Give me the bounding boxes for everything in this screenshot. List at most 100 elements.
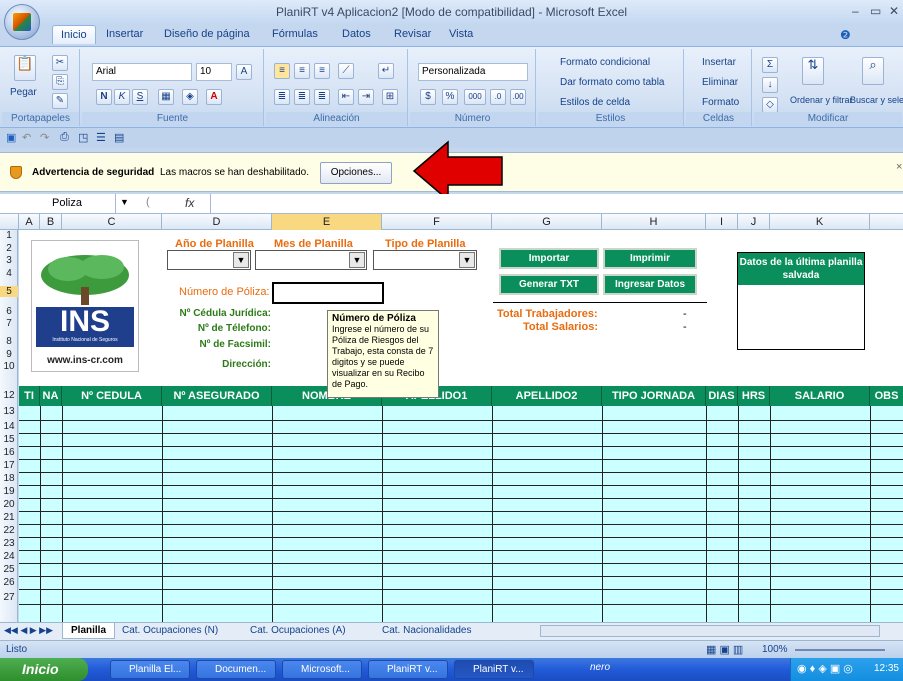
font-size-combo[interactable]: 10	[196, 63, 232, 81]
row-number[interactable]: 19	[0, 486, 18, 497]
undo-icon[interactable]: ↶	[22, 131, 31, 144]
select-all[interactable]	[0, 214, 19, 230]
office-button[interactable]	[4, 4, 40, 40]
font-name-combo[interactable]: Arial	[92, 63, 192, 81]
tab-datos[interactable]: Datos	[342, 28, 371, 40]
row-number[interactable]: 15	[0, 434, 18, 445]
tab-revisar[interactable]: Revisar	[394, 28, 431, 40]
ingresar-datos-button[interactable]: Ingresar Datos	[603, 274, 697, 295]
sort-icon[interactable]: ⇅	[802, 57, 824, 85]
row-number[interactable]: 13	[0, 406, 18, 417]
tab-inicio[interactable]: Inicio	[52, 25, 96, 44]
folder-icon[interactable]: ▤	[114, 131, 124, 144]
row-number[interactable]: 10	[0, 361, 18, 372]
importar-button[interactable]: Importar	[499, 248, 599, 269]
formula-input[interactable]	[210, 194, 900, 213]
task-item[interactable]: Documen...	[196, 660, 276, 679]
fill-icon[interactable]: ↓	[762, 77, 778, 93]
view-icon[interactable]: ▦ ▣ ▥	[706, 643, 743, 656]
row-number[interactable]: 8	[0, 336, 18, 347]
row-number[interactable]: 7	[0, 318, 18, 329]
sheet-tab-ocup-a[interactable]: Cat. Ocupaciones (A)	[250, 625, 346, 636]
print-icon[interactable]: ⎙	[60, 131, 69, 144]
nero-icon[interactable]: nero	[590, 662, 610, 673]
fx-icon[interactable]: fx	[185, 196, 194, 210]
row-number[interactable]: 25	[0, 564, 18, 575]
close-icon[interactable]: ✕	[889, 4, 899, 18]
row-number[interactable]: 9	[0, 349, 18, 360]
grow-font-icon[interactable]: A	[236, 64, 252, 80]
row-number[interactable]: 3	[0, 255, 18, 266]
increase-decimal-icon[interactable]: .0	[490, 89, 506, 105]
minimize-icon[interactable]: –	[852, 4, 859, 18]
format-cells-button[interactable]: Formato	[702, 97, 739, 108]
close-bar-icon[interactable]: ×	[896, 161, 902, 173]
data-grid[interactable]	[19, 406, 903, 622]
clear-icon[interactable]: ◇	[762, 97, 778, 113]
percent-icon[interactable]: %	[442, 89, 458, 105]
align-center-icon[interactable]: ≣	[294, 89, 310, 105]
sort-filter-button[interactable]: Ordenar y filtrar	[790, 95, 853, 105]
find-select-button[interactable]: Buscar y seleccionar	[850, 95, 903, 105]
bold-icon[interactable]: N	[96, 89, 112, 105]
tab-insertar[interactable]: Insertar	[106, 28, 143, 40]
row-number[interactable]: 6	[0, 306, 18, 317]
underline-icon[interactable]: S	[132, 89, 148, 105]
sheet-nav-icon[interactable]: ◀◀ ◀ ▶ ▶▶	[4, 625, 53, 636]
row-number[interactable]: 12	[0, 390, 18, 401]
row-number[interactable]: 20	[0, 499, 18, 510]
name-box[interactable]: Poliza	[0, 194, 116, 213]
row-number[interactable]: 24	[0, 551, 18, 562]
task-item-active[interactable]: PlaniRT v...	[454, 660, 534, 679]
name-box-dropdown-icon[interactable]: ▼	[120, 197, 129, 207]
paste-label[interactable]: Pegar	[10, 87, 37, 98]
preview-icon[interactable]: ◳	[78, 131, 88, 144]
decrease-decimal-icon[interactable]: .00	[510, 89, 526, 105]
sheet-tab-planilla[interactable]: Planilla	[62, 623, 116, 639]
tab-vista[interactable]: Vista	[449, 28, 473, 40]
copy-icon[interactable]: ⎘	[52, 74, 68, 90]
tab-diseno[interactable]: Diseño de página	[164, 28, 250, 40]
row-number[interactable]: 1	[0, 230, 18, 241]
currency-icon[interactable]: $	[420, 89, 436, 105]
col-header[interactable]: J	[738, 214, 770, 230]
row-number[interactable]: 2	[0, 243, 18, 254]
binoculars-icon[interactable]: ⌕	[862, 57, 884, 85]
col-header[interactable]: B	[40, 214, 62, 230]
list-icon[interactable]: ☰	[96, 131, 106, 144]
cell-styles-button[interactable]: Estilos de celda	[560, 97, 630, 108]
col-header[interactable]: A	[19, 214, 40, 230]
conditional-format-button[interactable]: Formato condicional	[560, 57, 650, 68]
col-header[interactable]: K	[770, 214, 870, 230]
align-left-icon[interactable]: ≣	[274, 89, 290, 105]
imprimir-button[interactable]: Imprimir	[603, 248, 697, 269]
number-format-combo[interactable]: Personalizada	[418, 63, 528, 81]
col-header[interactable]: H	[602, 214, 706, 230]
decrease-indent-icon[interactable]: ⇤	[338, 89, 354, 105]
row-number[interactable]: 27	[0, 592, 18, 603]
cancel-icon[interactable]: (	[146, 196, 150, 208]
increase-indent-icon[interactable]: ⇥	[358, 89, 374, 105]
row-number[interactable]: 17	[0, 460, 18, 471]
cut-icon[interactable]: ✂	[52, 55, 68, 71]
options-button[interactable]: Opciones...	[320, 162, 392, 184]
format-painter-icon[interactable]: ✎	[52, 93, 68, 109]
row-number[interactable]: 5	[0, 286, 18, 297]
row-number[interactable]: 16	[0, 447, 18, 458]
col-header[interactable]: G	[492, 214, 602, 230]
mes-dropdown[interactable]: ▼	[255, 250, 367, 270]
row-number[interactable]: 23	[0, 538, 18, 549]
delete-cells-button[interactable]: Eliminar	[702, 77, 738, 88]
borders-icon[interactable]: ▦	[158, 89, 174, 105]
col-header[interactable]: E	[272, 214, 382, 230]
col-header[interactable]: D	[162, 214, 272, 230]
orientation-icon[interactable]: ⟋	[338, 63, 354, 79]
help-icon[interactable]: ❷	[840, 28, 851, 42]
sheet-tab-ocup-n[interactable]: Cat. Ocupaciones (N)	[122, 625, 218, 636]
row-number[interactable]: 26	[0, 577, 18, 588]
format-table-button[interactable]: Dar formato como tabla	[560, 77, 665, 88]
redo-icon[interactable]: ↷	[40, 131, 49, 144]
poliza-input[interactable]	[272, 282, 384, 304]
task-item[interactable]: Microsoft...	[282, 660, 362, 679]
paste-icon[interactable]: 📋	[14, 55, 36, 81]
